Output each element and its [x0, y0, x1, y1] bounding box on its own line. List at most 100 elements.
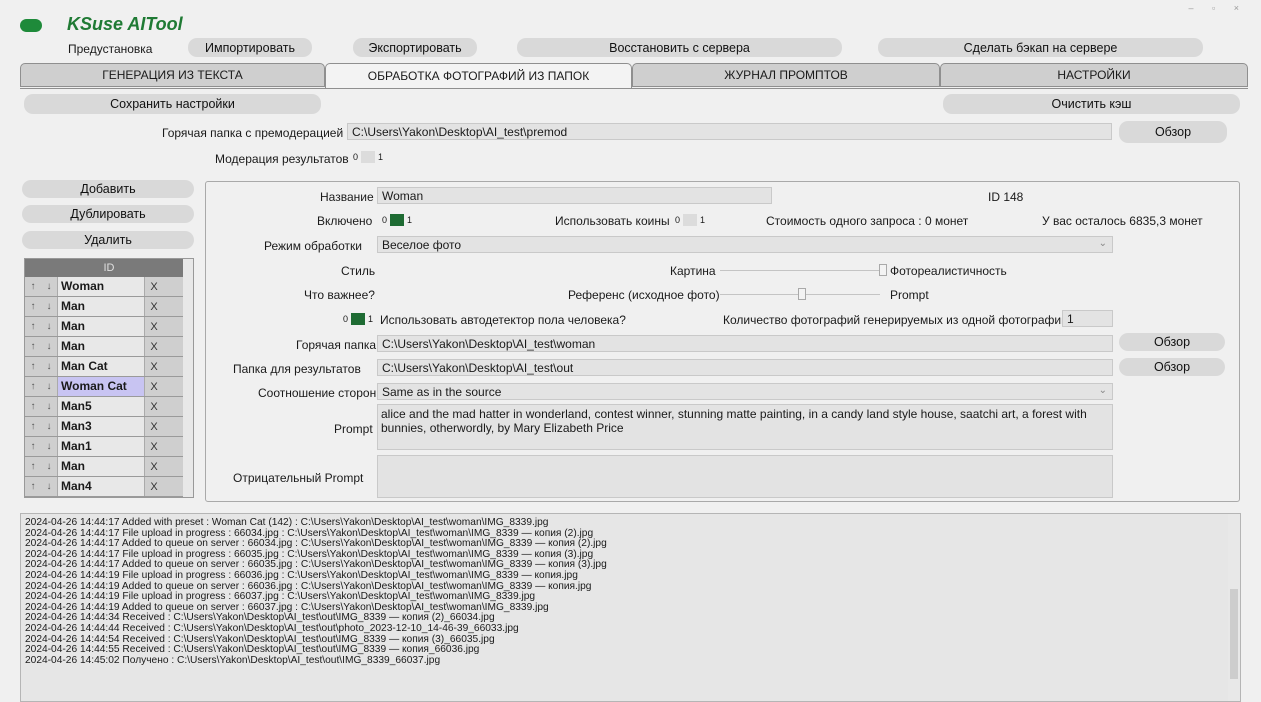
hot-premod-input[interactable]: C:\Users\Yakon\Desktop\AI_test\premod: [347, 123, 1112, 140]
ratio-select[interactable]: Same as in the source ⌄: [377, 383, 1113, 400]
arrow-down-icon[interactable]: ↓: [41, 377, 57, 396]
maximize-icon[interactable]: ▫: [1212, 3, 1223, 13]
arrow-down-icon[interactable]: ↓: [41, 477, 57, 496]
log-line: 2024-04-26 14:44:44 Received : C:\Users\…: [25, 622, 519, 634]
list-scrollbar[interactable]: [183, 259, 193, 497]
tab-settings[interactable]: НАСТРОЙКИ: [940, 63, 1248, 87]
arrow-up-icon[interactable]: ↑: [25, 417, 41, 436]
cost-text: Стоимость одного запроса : 0 монет: [766, 214, 969, 228]
minimize-icon[interactable]: –: [1188, 3, 1201, 13]
hot-premod-label: Горячая папка с премодерацией: [162, 126, 344, 140]
gender-label: Использовать автодетектор пола человека?: [380, 313, 626, 327]
arrow-down-icon[interactable]: ↓: [41, 457, 57, 476]
out-folder-input[interactable]: C:\Users\Yakon\Desktop\AI_test\out: [377, 359, 1113, 376]
duplicate-button[interactable]: Дублировать: [22, 205, 194, 223]
remove-icon[interactable]: X: [145, 457, 163, 476]
arrow-up-icon[interactable]: ↑: [25, 297, 41, 316]
remove-icon[interactable]: X: [145, 317, 163, 336]
arrow-down-icon[interactable]: ↓: [41, 337, 57, 356]
list-item[interactable]: ↑ ↓ Man X: [25, 317, 193, 337]
preset-list[interactable]: ID ↑ ↓ Woman X ↑ ↓ Man X ↑ ↓ Man X ↑ ↓ Man X ↑ ↓ Man Cat X ↑…: [24, 258, 194, 498]
mode-select[interactable]: Веселое фото ⌄: [377, 236, 1113, 253]
clear-cache-button[interactable]: Очистить кэш: [943, 94, 1240, 114]
importance-label: Что важнее?: [304, 288, 375, 302]
tab-prompt-log[interactable]: ЖУРНАЛ ПРОМПТОВ: [632, 63, 940, 87]
log-line: 2024-04-26 14:44:17 Added with preset : …: [25, 517, 549, 528]
preset-id: ID 148: [988, 190, 1024, 204]
arrow-down-icon[interactable]: ↓: [41, 357, 57, 376]
list-item[interactable]: ↑ ↓ Woman Cat X: [25, 377, 193, 397]
list-item[interactable]: ↑ ↓ Man5 X: [25, 397, 193, 417]
window-controls[interactable]: – ▫ ×: [1188, 3, 1247, 13]
remove-icon[interactable]: X: [145, 397, 163, 416]
style-slider-thumb[interactable]: [879, 264, 887, 276]
importance-slider-thumb[interactable]: [798, 288, 806, 300]
save-settings-button[interactable]: Сохранить настройки: [24, 94, 321, 114]
arrow-up-icon[interactable]: ↑: [25, 337, 41, 356]
scrollbar-thumb[interactable]: [1230, 589, 1238, 679]
remove-icon[interactable]: X: [145, 357, 163, 376]
tab-photo-processing[interactable]: ОБРАБОТКА ФОТОГРАФИЙ ИЗ ПАПОК: [325, 63, 632, 89]
remove-icon[interactable]: X: [145, 437, 163, 456]
list-item[interactable]: ↑ ↓ Woman X: [25, 277, 193, 297]
list-item-name: Man Cat: [57, 357, 145, 376]
coins-label: Использовать коины: [555, 214, 670, 228]
list-item-name: Man4: [57, 477, 145, 496]
arrow-down-icon[interactable]: ↓: [41, 297, 57, 316]
gender-toggle[interactable]: 0 1: [343, 313, 373, 325]
out-folder-browse-button[interactable]: Обзор: [1119, 358, 1225, 376]
delete-button[interactable]: Удалить: [22, 231, 194, 249]
remove-icon[interactable]: X: [145, 377, 163, 396]
restore-button[interactable]: Восстановить с сервера: [517, 38, 842, 57]
arrow-down-icon[interactable]: ↓: [41, 437, 57, 456]
count-input[interactable]: 1: [1062, 310, 1113, 327]
style-slider-track[interactable]: [720, 270, 880, 271]
arrow-up-icon[interactable]: ↑: [25, 377, 41, 396]
negative-prompt-textarea[interactable]: [377, 455, 1113, 498]
remove-icon[interactable]: X: [145, 477, 163, 496]
coins-toggle[interactable]: 0 1: [675, 214, 705, 226]
list-item[interactable]: ↑ ↓ Man1 X: [25, 437, 193, 457]
enabled-toggle[interactable]: 0 1: [382, 214, 412, 226]
list-item[interactable]: ↑ ↓ Man X: [25, 297, 193, 317]
arrow-up-icon[interactable]: ↑: [25, 397, 41, 416]
list-item-name: Man: [57, 457, 145, 476]
arrow-down-icon[interactable]: ↓: [41, 317, 57, 336]
remove-icon[interactable]: X: [145, 417, 163, 436]
remove-icon[interactable]: X: [145, 277, 163, 296]
add-button[interactable]: Добавить: [22, 180, 194, 198]
negative-prompt-label: Отрицательный Prompt: [233, 471, 364, 485]
arrow-down-icon[interactable]: ↓: [41, 277, 57, 296]
list-item[interactable]: ↑ ↓ Man Cat X: [25, 357, 193, 377]
arrow-up-icon[interactable]: ↑: [25, 317, 41, 336]
close-icon[interactable]: ×: [1234, 3, 1247, 13]
export-button[interactable]: Экспортировать: [353, 38, 477, 57]
backup-button[interactable]: Сделать бэкап на сервере: [878, 38, 1203, 57]
arrow-down-icon[interactable]: ↓: [41, 417, 57, 436]
arrow-up-icon[interactable]: ↑: [25, 357, 41, 376]
remove-icon[interactable]: X: [145, 337, 163, 356]
hot-folder-input[interactable]: C:\Users\Yakon\Desktop\AI_test\woman: [377, 335, 1113, 352]
hot-premod-browse-button[interactable]: Обзор: [1119, 121, 1227, 143]
tab-text-generation[interactable]: ГЕНЕРАЦИЯ ИЗ ТЕКСТА: [20, 63, 325, 87]
list-item[interactable]: ↑ ↓ Man3 X: [25, 417, 193, 437]
moderation-toggle[interactable]: 0 1: [353, 151, 383, 163]
log-panel[interactable]: 2024-04-26 14:44:17 Added with preset : …: [20, 513, 1241, 702]
name-input[interactable]: Woman: [377, 187, 772, 204]
arrow-down-icon[interactable]: ↓: [41, 397, 57, 416]
list-item[interactable]: ↑ ↓ Man X: [25, 337, 193, 357]
list-item[interactable]: ↑ ↓ Man4 X: [25, 477, 193, 497]
import-button[interactable]: Импортировать: [188, 38, 312, 57]
log-scrollbar[interactable]: [1228, 514, 1240, 701]
arrow-up-icon[interactable]: ↑: [25, 277, 41, 296]
arrow-up-icon[interactable]: ↑: [25, 437, 41, 456]
remove-icon[interactable]: X: [145, 297, 163, 316]
list-item[interactable]: ↑ ↓ Man X: [25, 457, 193, 477]
log-line: 2024-04-26 14:45:02 Получено : C:\Users\…: [25, 654, 441, 666]
hot-folder-browse-button[interactable]: Обзор: [1119, 333, 1225, 351]
moderation-label: Модерация результатов: [215, 152, 349, 166]
prompt-textarea[interactable]: alice and the mad hatter in wonderland, …: [377, 404, 1113, 450]
list-item-name: Man5: [57, 397, 145, 416]
arrow-up-icon[interactable]: ↑: [25, 477, 41, 496]
arrow-up-icon[interactable]: ↑: [25, 457, 41, 476]
